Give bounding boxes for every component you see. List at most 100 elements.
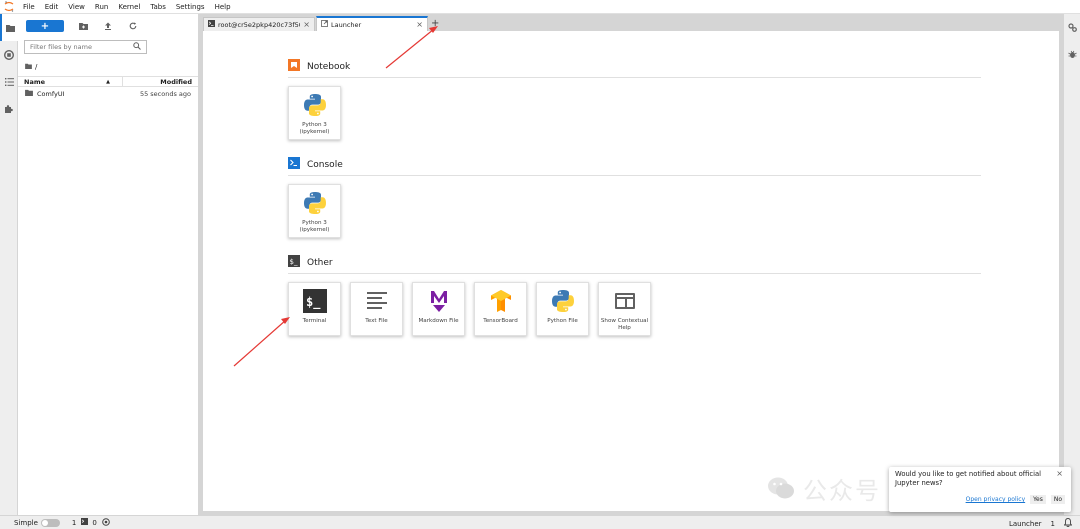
card-label: Python 3 (ipykernel) <box>299 220 330 233</box>
status-bar: Simple 1 0 Launcher 1 <box>0 515 1080 529</box>
python-icon <box>300 189 330 217</box>
home-folder-icon[interactable] <box>25 63 32 71</box>
card-label: Markdown File <box>418 318 459 324</box>
tab-bar: root@cr5e2pkp420c73f506rl × Launcher × + <box>199 14 1063 31</box>
card-terminal[interactable]: $_ Terminal <box>288 282 341 336</box>
svg-text:$_: $_ <box>290 258 298 266</box>
status-count[interactable]: 1 <box>1051 520 1055 528</box>
menu-file[interactable]: File <box>18 3 40 11</box>
section-other: $_ Other <box>288 255 333 270</box>
extension-icon[interactable] <box>0 95 18 122</box>
terminal-icon: $_ <box>300 287 330 315</box>
card-show-contextual-help[interactable]: Show Contextual Help <box>598 282 651 336</box>
debugger-icon[interactable] <box>1064 41 1080 68</box>
section-divider <box>288 273 981 274</box>
folder-icon[interactable] <box>0 14 18 41</box>
card-label: Text File <box>365 318 388 324</box>
card-console-python3[interactable]: Python 3 (ipykernel) <box>288 184 341 238</box>
tab-terminal[interactable]: root@cr5e2pkp420c73f506rl × <box>203 17 315 31</box>
add-tab-icon[interactable]: + <box>431 18 439 29</box>
console-icon <box>288 157 300 172</box>
close-icon[interactable]: × <box>416 20 423 29</box>
no-button[interactable]: No <box>1050 495 1065 504</box>
column-header-modified[interactable]: Modified <box>123 78 198 86</box>
kernels-count[interactable]: 1 <box>72 519 76 527</box>
terminal-status-icon <box>81 518 89 527</box>
menu-tabs[interactable]: Tabs <box>145 3 171 11</box>
menu-kernel[interactable]: Kernel <box>113 3 145 11</box>
breadcrumb-path[interactable]: / <box>35 63 37 71</box>
text-file-icon <box>362 287 392 315</box>
card-text-file[interactable]: Text File <box>350 282 403 336</box>
breadcrumb: / <box>18 54 198 73</box>
file-name-cell: ComfyUI <box>18 89 123 98</box>
terminals-count[interactable]: 0 <box>92 519 96 527</box>
news-notification: Would you like to get notified about off… <box>889 467 1071 512</box>
column-header-name-label: Name <box>24 77 46 86</box>
python-icon <box>548 287 578 315</box>
contextual-help-icon <box>610 287 640 315</box>
python-icon <box>300 91 330 119</box>
menu-view[interactable]: View <box>63 3 90 11</box>
card-python-file[interactable]: Python File <box>536 282 589 336</box>
file-list-header: Name ▲ Modified <box>18 76 198 87</box>
close-icon[interactable]: × <box>1056 469 1063 478</box>
new-launcher-button[interactable]: + <box>26 20 64 32</box>
notification-bell-icon[interactable] <box>1063 518 1073 529</box>
svg-text:$_: $_ <box>306 295 321 310</box>
privacy-policy-link[interactable]: Open privacy policy <box>966 496 1026 503</box>
filter-files-input[interactable] <box>30 43 130 51</box>
yes-button[interactable]: Yes <box>1030 495 1046 504</box>
card-markdown-file[interactable]: Markdown File <box>412 282 465 336</box>
new-folder-icon[interactable] <box>76 19 90 33</box>
menu-help[interactable]: Help <box>210 3 236 11</box>
refresh-icon[interactable] <box>126 19 140 33</box>
section-title: Console <box>307 159 343 170</box>
upload-icon[interactable] <box>101 19 115 33</box>
card-label: Python 3 (ipykernel) <box>299 122 330 135</box>
card-label: Show Contextual Help <box>600 318 649 331</box>
folder-icon <box>25 89 33 98</box>
card-label: TensorBoard <box>483 318 518 324</box>
close-icon[interactable]: × <box>303 20 310 29</box>
kernel-status-icon <box>102 517 110 528</box>
tab-launcher[interactable]: Launcher × <box>316 16 428 31</box>
column-header-name[interactable]: Name ▲ <box>18 77 123 86</box>
section-divider <box>288 77 981 78</box>
jupyter-logo-icon <box>0 0 18 14</box>
section-divider <box>288 175 981 176</box>
running-icon[interactable] <box>0 41 18 68</box>
launcher-panel: Notebook Python 3 (ipykernel) Console Py… <box>203 31 1059 511</box>
card-label: Terminal <box>302 318 327 324</box>
right-sidebar <box>1063 14 1080 515</box>
sort-ascending-icon: ▲ <box>106 78 110 85</box>
other-terminal-icon: $_ <box>288 255 300 270</box>
card-tensorboard[interactable]: TensorBoard <box>474 282 527 336</box>
section-console: Console <box>288 157 343 172</box>
menu-edit[interactable]: Edit <box>40 3 64 11</box>
main-dock-panel: root@cr5e2pkp420c73f506rl × Launcher × +… <box>199 14 1063 515</box>
terminal-icon <box>208 20 215 29</box>
notification-message: Would you like to get notified about off… <box>895 470 1042 487</box>
file-name: ComfyUI <box>37 89 65 98</box>
status-right: Launcher 1 <box>1008 518 1073 529</box>
tab-label: Launcher <box>331 20 362 29</box>
section-notebook: Notebook <box>288 59 350 74</box>
file-modified: 55 seconds ago <box>139 89 191 98</box>
section-title: Notebook <box>307 61 351 72</box>
file-browser: + / Name ▲ Modified Co <box>18 14 199 515</box>
simple-mode-toggle[interactable] <box>40 518 60 527</box>
card-notebook-python3[interactable]: Python 3 (ipykernel) <box>288 86 341 140</box>
search-icon <box>133 42 141 52</box>
notification-actions: Open privacy policy Yes No <box>966 495 1065 504</box>
property-inspector-icon[interactable] <box>1064 14 1080 41</box>
toc-icon[interactable] <box>0 68 18 95</box>
menu-run[interactable]: Run <box>90 3 113 11</box>
tab-label: root@cr5e2pkp420c73f506rl <box>218 20 300 29</box>
file-row-comfyui[interactable]: ComfyUI 55 seconds ago <box>18 87 198 100</box>
status-launcher-label: Launcher <box>1008 519 1042 528</box>
left-sidebar <box>0 14 18 515</box>
notebook-icon <box>288 59 300 74</box>
menu-settings[interactable]: Settings <box>171 3 210 11</box>
markdown-icon <box>424 287 454 315</box>
